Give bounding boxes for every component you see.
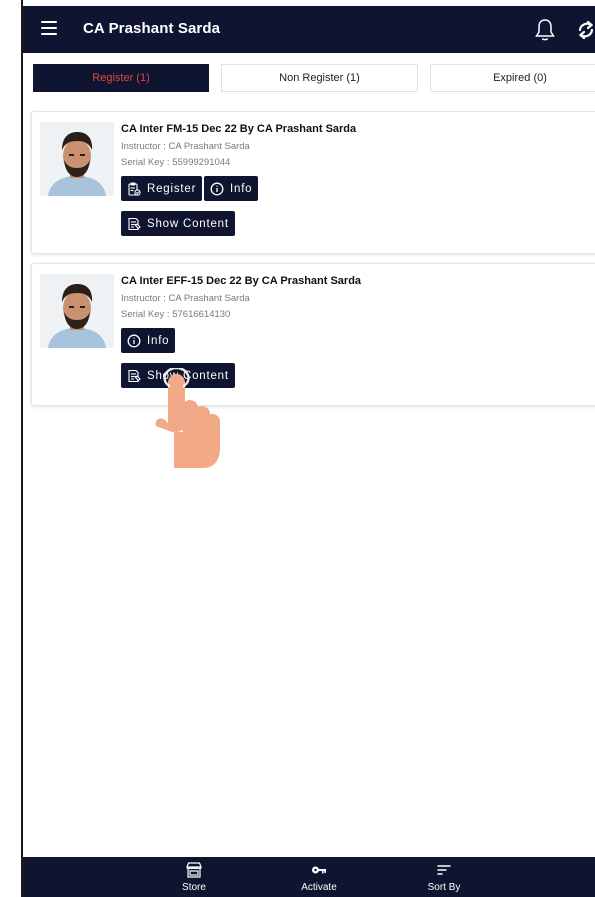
course-serial-key: Serial Key : 55999291044 xyxy=(121,157,231,168)
hamburger-menu-icon[interactable] xyxy=(41,21,57,35)
show-content-button-label: Show Content xyxy=(147,369,229,382)
info-button-label: Info xyxy=(147,334,170,347)
nav-sort-by[interactable]: Sort By xyxy=(414,861,474,893)
device-frame xyxy=(0,0,22,897)
app-screen: CA Prashant Sarda Register (1) Non Regis… xyxy=(23,0,595,897)
nav-activate[interactable]: Activate xyxy=(289,861,349,893)
tab-non-register[interactable]: Non Register (1) xyxy=(221,64,418,92)
nav-sort-by-label: Sort By xyxy=(427,882,461,893)
refresh-icon[interactable] xyxy=(576,19,595,41)
bottom-navigation: Store Activate Sort By xyxy=(23,857,595,897)
nav-store-label: Store xyxy=(182,882,206,893)
register-button[interactable]: Register xyxy=(121,176,203,201)
course-card: CA Inter FM-15 Dec 22 By CA Prashant Sar… xyxy=(31,111,595,254)
sort-icon xyxy=(437,865,451,875)
course-instructor: Instructor : CA Prashant Sarda xyxy=(121,141,250,152)
app-title: CA Prashant Sarda xyxy=(83,20,221,37)
info-button-label: Info xyxy=(230,182,253,195)
instructor-photo xyxy=(40,122,114,196)
filter-tabs: Register (1) Non Register (1) Expired (0… xyxy=(33,64,595,92)
clipboard-check-icon xyxy=(128,181,141,196)
store-icon xyxy=(186,862,202,878)
course-instructor: Instructor : CA Prashant Sarda xyxy=(121,293,250,304)
show-content-button[interactable]: Show Content xyxy=(121,363,235,388)
course-card: CA Inter EFF-15 Dec 22 By CA Prashant Sa… xyxy=(31,263,595,406)
document-icon xyxy=(128,369,141,382)
instructor-photo xyxy=(40,274,114,348)
info-button[interactable]: Info xyxy=(121,328,176,353)
show-content-button[interactable]: Show Content xyxy=(121,211,235,236)
register-button-label: Register xyxy=(147,182,197,195)
course-title: CA Inter EFF-15 Dec 22 By CA Prashant Sa… xyxy=(121,275,362,287)
info-icon xyxy=(127,334,141,347)
nav-store[interactable]: Store xyxy=(164,861,224,893)
info-icon xyxy=(210,182,224,195)
course-title: CA Inter FM-15 Dec 22 By CA Prashant Sar… xyxy=(121,123,357,135)
key-icon xyxy=(312,866,326,874)
course-serial-key: Serial Key : 57616614130 xyxy=(121,309,231,320)
top-app-bar: CA Prashant Sarda xyxy=(23,6,595,53)
show-content-button-label: Show Content xyxy=(147,217,229,230)
document-icon xyxy=(128,217,141,230)
bell-icon[interactable] xyxy=(533,17,557,43)
nav-activate-label: Activate xyxy=(301,882,337,893)
tab-register[interactable]: Register (1) xyxy=(33,64,209,92)
tab-expired[interactable]: Expired (0) xyxy=(430,64,595,92)
info-button[interactable]: Info xyxy=(204,176,259,201)
